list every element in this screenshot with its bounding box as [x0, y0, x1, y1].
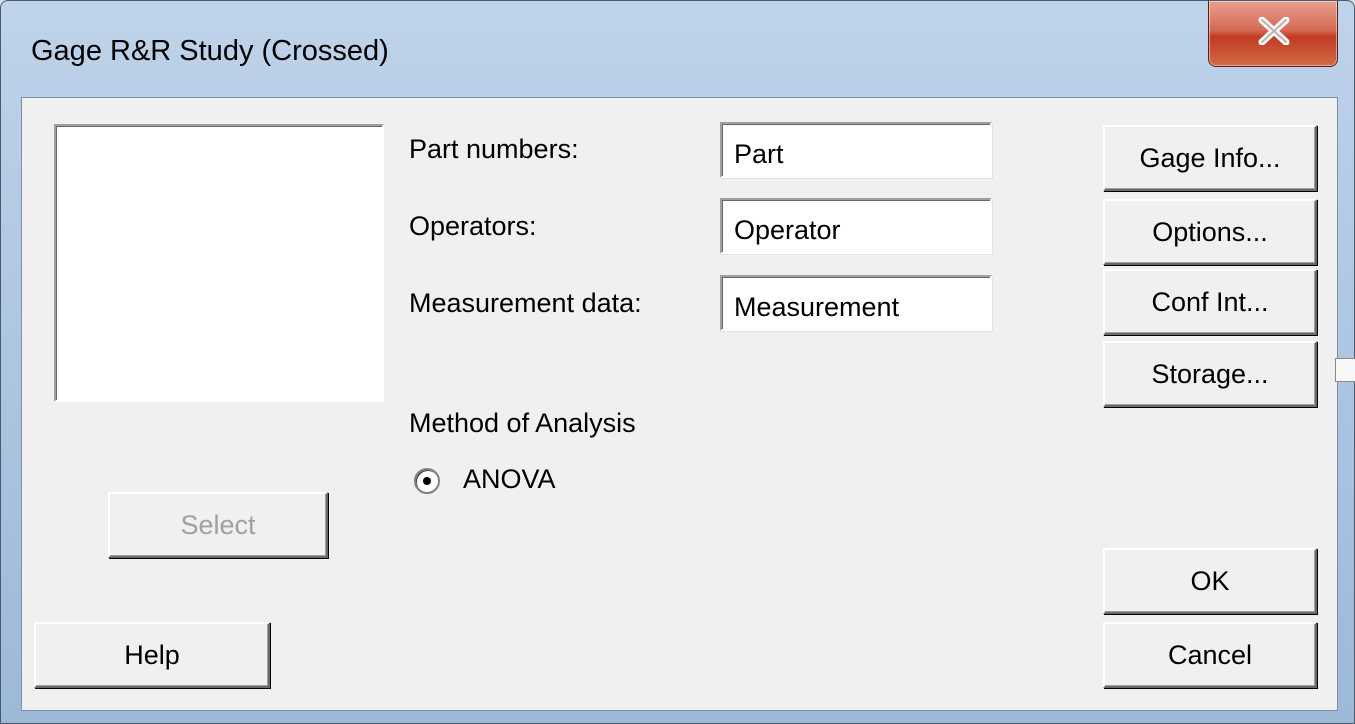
title-bar[interactable]: Gage R&R Study (Crossed) [1, 1, 1354, 87]
close-button[interactable] [1208, 1, 1338, 67]
select-button[interactable]: Select [108, 492, 328, 558]
gage-info-button[interactable]: Gage Info... [1103, 125, 1317, 191]
anova-label[interactable]: ANOVA [463, 464, 556, 495]
options-button[interactable]: Options... [1103, 199, 1317, 265]
method-of-analysis-heading: Method of Analysis [409, 408, 636, 438]
anova-radio[interactable] [414, 468, 440, 494]
measurement-data-label: Measurement data: [409, 288, 642, 318]
operators-input[interactable] [720, 198, 992, 254]
variable-list[interactable] [54, 124, 384, 402]
dialog-window: Gage R&R Study (Crossed) Part numbers: O… [0, 0, 1355, 724]
part-numbers-label: Part numbers: [409, 134, 579, 164]
part-numbers-input[interactable] [720, 122, 992, 178]
storage-button[interactable]: Storage... [1103, 341, 1317, 407]
help-button[interactable]: Help [34, 622, 270, 688]
operators-label: Operators: [409, 211, 537, 241]
ok-button[interactable]: OK [1103, 548, 1317, 614]
dialog-body: Part numbers: Operators: Measurement dat… [21, 97, 1338, 711]
measurement-data-input[interactable] [720, 275, 992, 331]
window-edge-tab [1335, 358, 1355, 382]
window-title: Gage R&R Study (Crossed) [31, 35, 389, 67]
cancel-button[interactable]: Cancel [1103, 622, 1317, 688]
radio-selected-icon [423, 477, 431, 485]
conf-int-button[interactable]: Conf Int... [1103, 269, 1317, 335]
